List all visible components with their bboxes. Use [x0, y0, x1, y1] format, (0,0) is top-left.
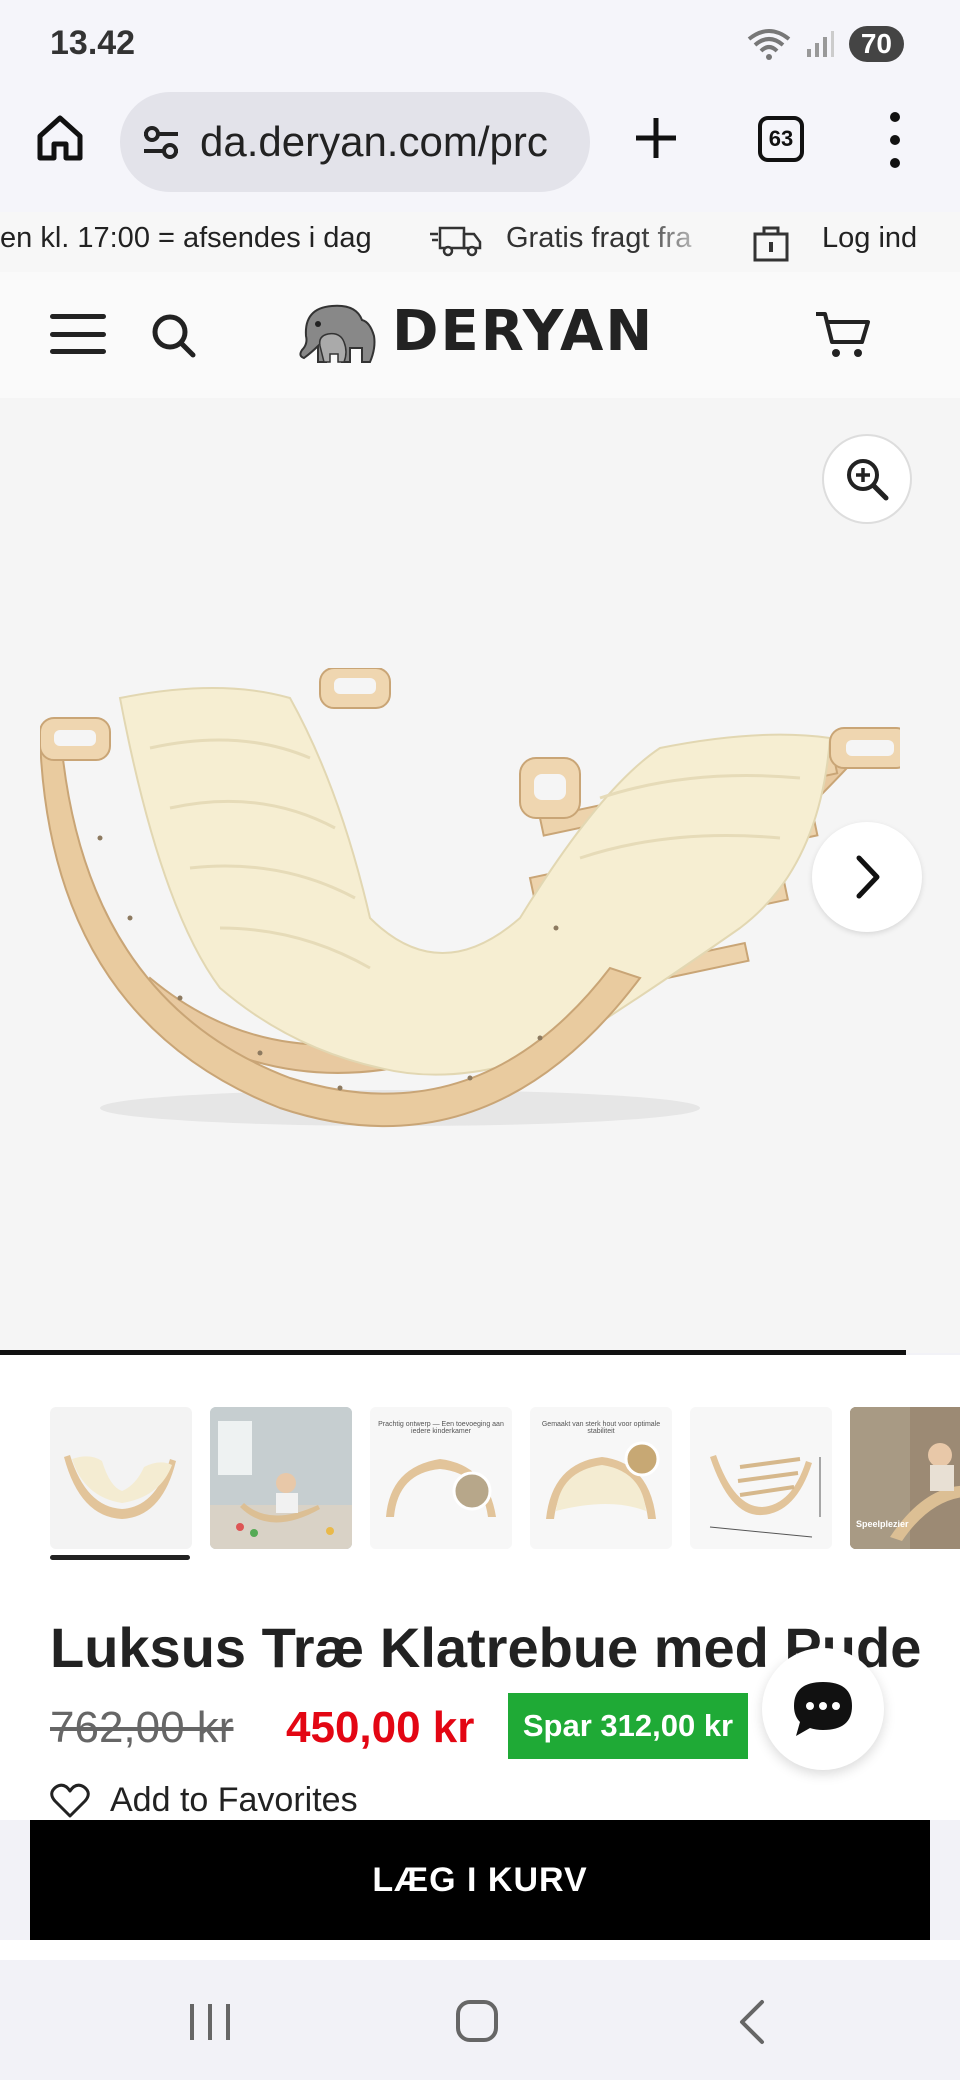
battery-indicator: 70 [848, 26, 904, 62]
fade-overlay [640, 212, 720, 272]
tabs-button[interactable]: 63 [758, 116, 804, 162]
old-price: 762,00 kr [50, 1703, 234, 1752]
tab-count: 63 [768, 126, 794, 151]
home-nav-icon[interactable] [456, 2000, 498, 2042]
thumbnail-5[interactable] [690, 1407, 832, 1549]
site-settings-icon[interactable] [140, 121, 182, 163]
lock-icon[interactable] [752, 222, 790, 262]
product-image[interactable] [40, 668, 900, 1148]
thumbnail-caption: Speelplezier [856, 1519, 909, 1529]
add-to-favorites-link[interactable]: Add to Favorites [50, 1781, 358, 1820]
chevron-right-icon [856, 855, 880, 899]
address-bar[interactable]: da.deryan.com/prc [120, 92, 590, 192]
thumbnail-active-indicator [50, 1555, 190, 1560]
wifi-icon [747, 29, 791, 60]
thumbnail-caption: Prachtig ontwerp — Een toevoeging aan ie… [378, 1421, 504, 1435]
truck-icon [430, 226, 482, 257]
sale-price: 450,00 kr [286, 1703, 475, 1752]
new-tab-icon[interactable] [628, 110, 684, 166]
heart-icon [50, 1783, 90, 1817]
thumbnail-room-photo [210, 1407, 352, 1549]
recent-apps-icon[interactable] [190, 2004, 230, 2040]
zoom-button[interactable] [822, 434, 912, 524]
thumbnail-caption: Gemaakt van sterk hout voor optimale sta… [541, 1421, 661, 1435]
signal-icon [806, 31, 834, 57]
savings-badge-label: Spar 312,00 kr [522, 1708, 734, 1743]
add-to-cart-label: LÆG I KURV [372, 1860, 588, 1899]
brand-name: DERYAN [392, 298, 655, 364]
product-gallery[interactable] [0, 398, 960, 1353]
url-text[interactable]: da.deryan.com/prc [200, 118, 570, 166]
back-icon[interactable] [730, 1998, 774, 2046]
announcement-bar: en kl. 17:00 = afsendes i dag Gratis fra… [0, 212, 960, 272]
thumbnail-4[interactable]: Gemaakt van sterk hout voor optimale sta… [530, 1407, 672, 1549]
thumbnail-3[interactable]: Prachtig ontwerp — Een toevoeging aan ie… [370, 1407, 512, 1549]
status-bar: 13.42 70 [0, 0, 960, 90]
next-image-button[interactable] [812, 822, 922, 932]
elephant-logo-icon [299, 304, 376, 363]
announcement-shipping-cutoff: en kl. 17:00 = afsendes i dag [0, 222, 372, 254]
add-to-cart-button[interactable]: LÆG I KURV [30, 1820, 930, 1940]
status-time: 13.42 [50, 24, 136, 62]
more-vert-icon[interactable] [880, 112, 910, 168]
brand-logo[interactable]: DERYAN [290, 296, 654, 366]
thumbnail-6[interactable]: Speelplezier [850, 1407, 960, 1549]
search-icon[interactable] [150, 312, 196, 358]
thumbnail-1[interactable] [50, 1407, 192, 1549]
thumbnail-rocker-image [64, 1455, 176, 1519]
status-icons: 70 [747, 26, 904, 62]
home-icon[interactable] [34, 112, 86, 164]
hamburger-icon[interactable] [50, 314, 106, 354]
thumbnail-dimensions-image [690, 1407, 832, 1549]
favorites-label: Add to Favorites [110, 1781, 358, 1819]
chat-icon [794, 1682, 852, 1736]
site-header: DERYAN [0, 272, 960, 398]
bottom-spacer [0, 1940, 960, 1960]
chat-button[interactable] [762, 1648, 884, 1770]
zoom-in-icon [847, 459, 889, 501]
cart-icon[interactable] [814, 310, 872, 360]
login-link[interactable]: Log ind [822, 222, 917, 255]
savings-badge: Spar 312,00 kr [508, 1693, 748, 1759]
browser-toolbar: da.deryan.com/prc 63 [0, 90, 960, 212]
system-navigation-bar [0, 1960, 960, 2080]
thumbnail-strip[interactable]: Prachtig ontwerp — Een toevoeging aan ie… [0, 1355, 960, 1575]
thumbnail-2[interactable] [210, 1407, 352, 1549]
